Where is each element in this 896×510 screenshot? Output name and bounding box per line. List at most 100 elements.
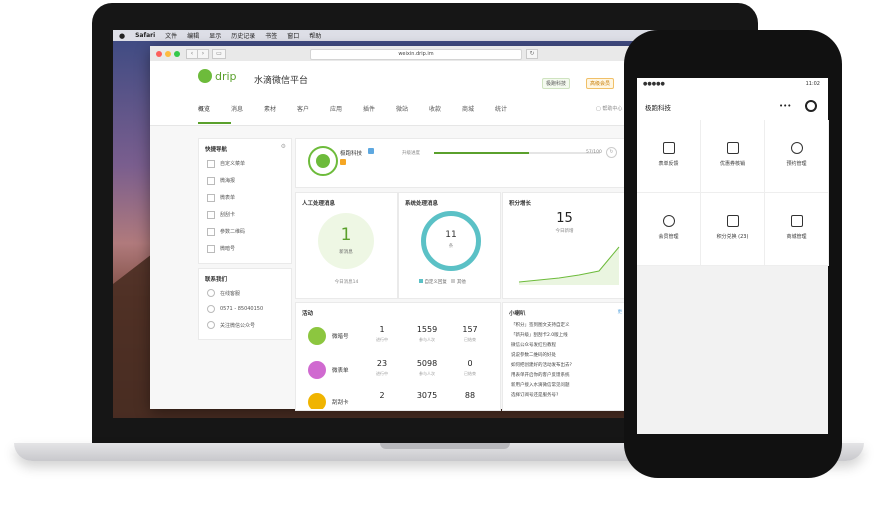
grid-appointment[interactable]: 预约管理 xyxy=(765,120,829,193)
account-name: 极跑科技 xyxy=(340,151,363,157)
menubar-item[interactable]: 编辑 xyxy=(187,31,199,40)
refresh-icon[interactable]: ↻ xyxy=(606,147,617,158)
quick-nav-panel: 快捷导航 ⚙ 自定义菜单 微海报 微表单 刮刮卡 参数二维码 微暗号 xyxy=(198,138,292,264)
news-item[interactable]: 用表单开启你的客户反馈系统 xyxy=(511,372,623,382)
logo-text: drip xyxy=(215,70,237,83)
grid-mall[interactable]: 商城管理 xyxy=(765,193,829,266)
upgrade-progress-fill xyxy=(434,152,529,154)
upgrade-label: 升级进度 xyxy=(402,151,420,156)
news-item[interactable]: 「新升级」刮刮卡2.0版上线 xyxy=(511,332,623,342)
news-item[interactable]: 说说参数二维码的好处 xyxy=(511,352,623,362)
tips-card: 小喇叭 更 「积分」签到图文支持自定义 「新升级」刮刮卡2.0版上线 微信公众号… xyxy=(502,302,627,411)
menubar-app[interactable]: Safari xyxy=(135,32,155,39)
minimize-window-icon[interactable] xyxy=(165,51,171,57)
quick-nav-item[interactable]: 微表单 xyxy=(207,189,287,206)
manual-msg-value: 1 xyxy=(340,225,352,245)
flag-icon xyxy=(308,327,326,345)
contact-title: 联系我们 xyxy=(205,277,228,283)
nav-materials[interactable]: 素材 xyxy=(264,104,297,124)
menubar-item[interactable]: 文件 xyxy=(165,31,177,40)
close-circle-icon[interactable] xyxy=(805,100,817,112)
activity-row[interactable]: 刮刮卡 2 3075 88 xyxy=(302,387,500,409)
phone-icon xyxy=(207,305,215,313)
account-avatar xyxy=(308,146,338,176)
sidebar-toggle-icon[interactable]: ▭ xyxy=(212,49,226,59)
menubar-item[interactable]: 书签 xyxy=(265,31,277,40)
contact-item[interactable]: 关注微信公众号 xyxy=(207,317,291,333)
nav-messages[interactable]: 消息 xyxy=(231,104,264,124)
menubar-item[interactable]: 窗口 xyxy=(287,31,299,40)
manual-msg-sub: 新消息 xyxy=(339,250,353,255)
help-link[interactable]: ▢ 帮助中心 xyxy=(596,105,622,112)
contact-item[interactable]: 在线客服 xyxy=(207,285,291,301)
activity-ongoing-label: 进行中 xyxy=(376,371,388,376)
quick-nav-item[interactable]: 微海报 xyxy=(207,172,287,189)
phone-title: 极跑科技 xyxy=(645,104,671,112)
system-msg-legend: 自定义回复 其他 xyxy=(419,279,466,285)
nav-apps[interactable]: 应用 xyxy=(330,104,363,124)
menubar-item[interactable]: 帮助 xyxy=(309,31,321,40)
form-icon xyxy=(207,193,215,202)
drip-logo[interactable]: drip xyxy=(198,69,237,83)
activity-participants-label: 参与人次 xyxy=(419,337,435,342)
account-card: 极跑科技 升级进度 57/100 ↻ xyxy=(295,138,627,188)
nav-plugins[interactable]: 插件 xyxy=(363,104,396,124)
grid-coupon[interactable]: 优惠券核销 xyxy=(701,120,765,193)
nav-customers[interactable]: 客户 xyxy=(297,104,330,124)
news-item[interactable]: 微信公众号发红包教程 xyxy=(511,342,623,352)
nav-mall[interactable]: 商城 xyxy=(462,104,495,124)
members-icon xyxy=(662,215,675,227)
activity-ended-label: 已结束 xyxy=(464,337,476,342)
menubar-item[interactable]: 历史记录 xyxy=(231,31,255,40)
reload-icon[interactable]: ↻ xyxy=(526,49,538,59)
menubar-item[interactable]: 显示 xyxy=(209,31,221,40)
maximize-window-icon[interactable] xyxy=(174,51,180,57)
phone-screen: ●●●●● 11:02 极跑科技 ••• 表单反馈 优惠券核销 预约管理 会员管… xyxy=(637,78,829,434)
leaf-avatar-icon xyxy=(316,154,330,168)
points-title: 积分增长 xyxy=(509,201,532,207)
system-msg-ring: 11 条 xyxy=(421,211,481,271)
nav-stats[interactable]: 统计 xyxy=(495,104,528,124)
close-window-icon[interactable] xyxy=(156,51,162,57)
legend-label: 自定义回复 xyxy=(424,280,447,285)
scratch-card-icon xyxy=(308,393,326,409)
grid-members[interactable]: 会员管理 xyxy=(637,193,701,266)
help-text: 帮助中心 xyxy=(602,106,623,112)
quick-nav-item[interactable]: 刮刮卡 xyxy=(207,206,287,223)
activity-ended-label: 已结束 xyxy=(464,371,476,376)
activity-ended: 0 xyxy=(467,359,473,368)
grid-form-feedback[interactable]: 表单反馈 xyxy=(637,120,701,193)
address-bar[interactable]: weixin.drip.im xyxy=(310,49,522,60)
flag-icon xyxy=(207,244,215,253)
membership-tag[interactable]: 高级会员 xyxy=(586,78,615,89)
apple-icon[interactable]: ● xyxy=(119,32,125,40)
quick-nav-item[interactable]: 参数二维码 xyxy=(207,223,287,240)
more-dots-icon[interactable]: ••• xyxy=(779,102,791,110)
leaf-logo-icon xyxy=(198,69,212,83)
wechat-icon xyxy=(207,321,215,329)
news-item[interactable]: 选择订阅号还是服务号? xyxy=(511,392,623,402)
activity-participants: 1559 xyxy=(416,325,438,334)
shop-icon xyxy=(790,215,803,227)
legend-label: 其他 xyxy=(456,280,466,285)
settings-gear-icon[interactable]: ⚙ xyxy=(281,143,286,150)
news-item[interactable]: 如何把创建好的活动发布出去? xyxy=(511,362,623,372)
manual-msg-title: 人工处理消息 xyxy=(302,201,336,207)
activity-ongoing: 1 xyxy=(379,325,385,334)
forward-arrow-icon[interactable]: › xyxy=(197,49,209,59)
alarm-clock-icon xyxy=(790,142,803,154)
news-item[interactable]: 新用户接入水滴微信常见问题 xyxy=(511,382,623,392)
account-badge[interactable]: 极跑科技 xyxy=(542,78,571,89)
quick-nav-item[interactable]: 微暗号 xyxy=(207,240,287,257)
quick-nav-item[interactable]: 自定义菜单 xyxy=(207,155,287,172)
legend-swatch xyxy=(451,279,456,283)
nav-overview[interactable]: 概览 xyxy=(198,104,231,124)
activity-name: 微暗号 xyxy=(332,334,349,340)
grid-points-exchange[interactable]: 积分兑换 (23) xyxy=(701,193,765,266)
contact-item[interactable]: 0571 - 85040150 xyxy=(207,301,291,317)
nav-microsite[interactable]: 微站 xyxy=(396,104,429,124)
news-item[interactable]: 「积分」签到图文支持自定义 xyxy=(511,322,623,332)
activity-row[interactable]: 微暗号 1 进行中 1559 参与人次 157 已结束 xyxy=(302,321,500,359)
nav-payments[interactable]: 收款 xyxy=(429,104,462,124)
tips-more-link[interactable]: 更 xyxy=(618,309,623,315)
